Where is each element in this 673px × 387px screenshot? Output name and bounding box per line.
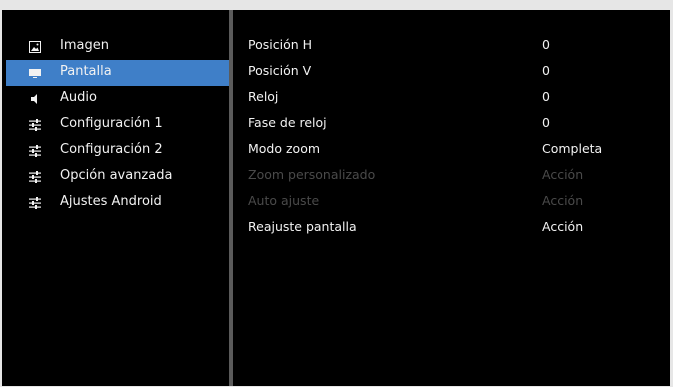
setting-label: Zoom personalizado [248,167,376,182]
setting-value: Acción [542,167,584,182]
display-icon [29,69,41,78]
setting-label: Auto ajuste [248,193,320,208]
setting-label: Reajuste pantalla [248,219,357,234]
menu-item-configuracion-1[interactable]: Configuración 1 [2,112,229,138]
setting-value: Acción [542,219,584,234]
sliders-icon [29,119,41,131]
settings-panel: Posición H 0 Posición V 0 Reloj 0 Fase d… [233,10,670,386]
setting-value: 0 [542,63,550,78]
menu-item-pantalla[interactable]: Pantalla [6,60,229,86]
setting-value: Acción [542,193,584,208]
menu-item-label: Audio [60,90,97,105]
setting-row-posicion-v[interactable]: Posición V 0 [233,59,670,85]
setting-label: Reloj [248,89,279,104]
setting-row-modo-zoom[interactable]: Modo zoom Completa [233,137,670,163]
setting-label: Posición V [248,63,312,78]
menu-item-label: Ajustes Android [60,194,162,209]
setting-label: Posición H [248,37,313,52]
osd-screen: Imagen Pantalla Audio Configuración 1 Co… [2,10,670,386]
osd-menu: Imagen Pantalla Audio Configuración 1 Co… [2,34,229,216]
menu-item-opcion-avanzada[interactable]: Opción avanzada [2,164,229,190]
menu-item-configuracion-2[interactable]: Configuración 2 [2,138,229,164]
image-icon [29,41,41,53]
setting-value: 0 [542,89,550,104]
setting-row-auto-ajuste: Auto ajuste Acción [233,189,670,215]
sliders-icon [29,171,41,183]
setting-row-zoom-personalizado: Zoom personalizado Acción [233,163,670,189]
menu-item-audio[interactable]: Audio [2,86,229,112]
menu-item-label: Imagen [60,38,109,53]
sliders-icon [29,145,41,157]
setting-value: 0 [542,115,550,130]
setting-label: Fase de reloj [248,115,327,130]
setting-value: Completa [542,141,603,156]
setting-value: 0 [542,37,550,52]
setting-row-fase-de-reloj[interactable]: Fase de reloj 0 [233,111,670,137]
osd-sidebar: Imagen Pantalla Audio Configuración 1 Co… [2,10,229,386]
menu-item-ajustes-android[interactable]: Ajustes Android [2,190,229,216]
setting-row-posicion-h[interactable]: Posición H 0 [233,33,670,59]
setting-row-reajuste-pantalla[interactable]: Reajuste pantalla Acción [233,215,670,241]
menu-item-label: Opción avanzada [60,168,173,183]
menu-item-label: Configuración 2 [60,142,163,157]
sliders-icon [29,197,41,209]
menu-item-imagen[interactable]: Imagen [2,34,229,60]
menu-item-label: Configuración 1 [60,116,163,131]
menu-item-label: Pantalla [60,64,112,79]
setting-row-reloj[interactable]: Reloj 0 [233,85,670,111]
speaker-icon [31,94,37,104]
setting-label: Modo zoom [248,141,321,156]
